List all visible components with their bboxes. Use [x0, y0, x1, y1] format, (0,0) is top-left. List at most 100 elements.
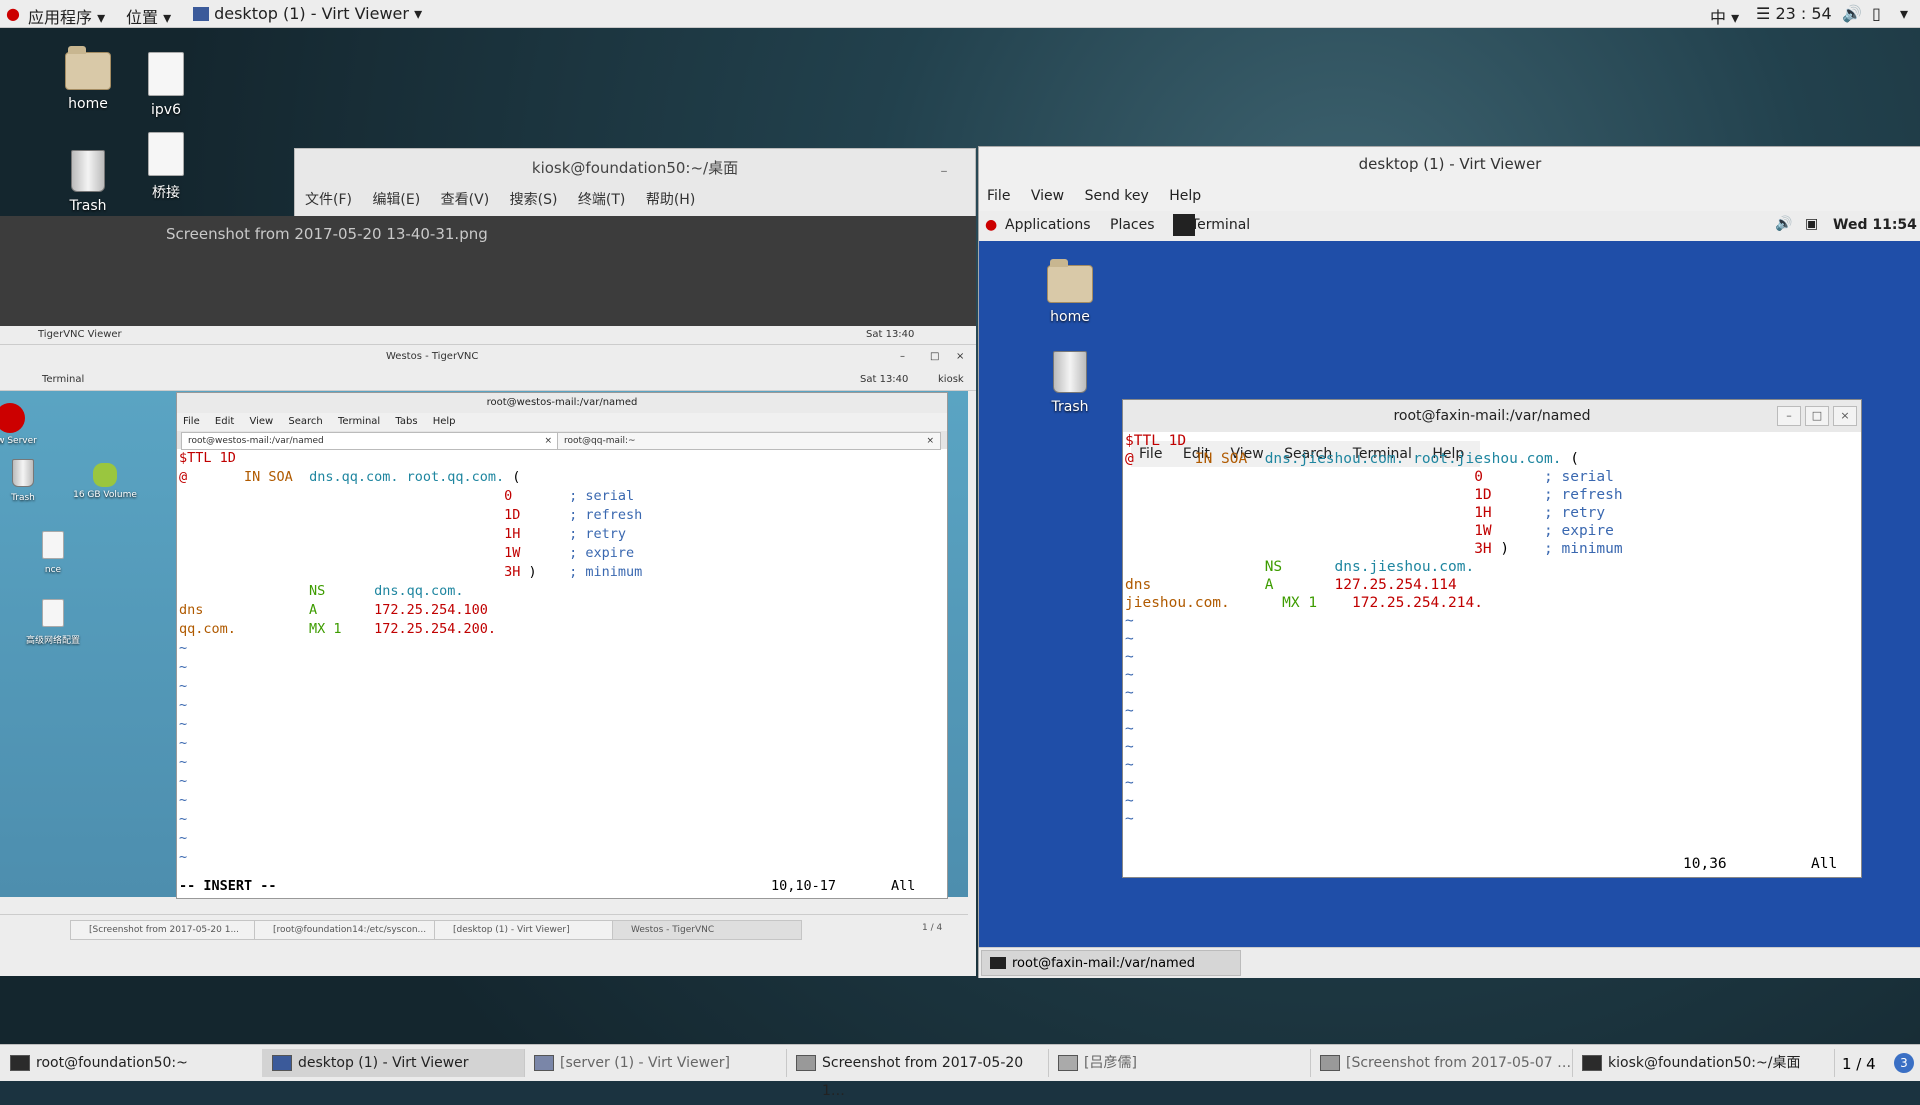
tab-qq-mail[interactable]: root@qq-mail:~ × [557, 432, 941, 450]
vim-line: 1H ; retry [179, 525, 947, 544]
menu-terminal[interactable]: Terminal [338, 416, 380, 427]
vnc-icon-trash[interactable]: Trash [0, 459, 46, 503]
taskbar-label: [server (1) - Virt Viewer] [560, 1055, 730, 1071]
vnc-icon-nce[interactable]: nce [20, 531, 86, 575]
close-button[interactable]: × [956, 346, 964, 368]
desktop-icon-trash[interactable]: Trash [43, 150, 133, 214]
applications-menu[interactable]: 应用程序 ▾ [28, 4, 105, 28]
minimize-button[interactable]: – [1777, 406, 1801, 426]
guest-terminal-menu[interactable]: Terminal [1191, 217, 1250, 233]
tigervnc-viewer-label[interactable]: TigerVNC Viewer [38, 326, 122, 344]
maximize-button[interactable]: □ [1805, 406, 1829, 426]
menu-send-key[interactable]: Send key [1085, 188, 1149, 204]
vim-empty-line: ~ [179, 773, 188, 789]
desktop-icon-bridge[interactable]: 桥接 [121, 132, 211, 202]
guest-applications-menu[interactable]: Applications [1005, 217, 1091, 233]
vnc-taskbar-button[interactable]: [root@foundation14:/etc/syscon... [254, 920, 440, 940]
inner-user[interactable]: kiosk [938, 370, 964, 390]
close-icon[interactable]: × [544, 433, 552, 449]
menu-view[interactable]: View [249, 416, 273, 427]
screenshot-icon [796, 1055, 816, 1071]
workspace-pager[interactable]: 1 / 4 [1842, 1055, 1876, 1073]
volume-icon[interactable]: 🔊 [1842, 4, 1862, 23]
desktop-icon-home[interactable]: home [43, 46, 133, 112]
vim-token: jieshou.com. [1125, 595, 1283, 611]
cursor-position: 10,10-17 [771, 878, 837, 894]
places-menu[interactable]: 位置 ▾ [126, 4, 171, 28]
vnc-taskbar-button-active[interactable]: Westos - TigerVNC [612, 920, 802, 940]
taskbar-button[interactable]: Screenshot from 2017-05-20 1… [786, 1049, 1049, 1099]
vim-token: MX 1 [1282, 595, 1352, 611]
vim-token: $TTL 1D [179, 450, 236, 466]
menu-edit[interactable]: Edit [215, 416, 234, 427]
minimize-button[interactable]: _ [933, 157, 955, 175]
menu-search[interactable]: 搜索(S) [510, 192, 558, 208]
vim-token: 1D [179, 507, 570, 523]
notification-badge[interactable]: 3 [1894, 1053, 1914, 1073]
window-title: kiosk@foundation50:~/桌面 [531, 159, 739, 177]
battery-icon[interactable]: ▯ [1872, 4, 1881, 23]
taskbar-label: kiosk@foundation50:~/桌面 [1608, 1055, 1801, 1071]
close-icon[interactable]: × [926, 433, 934, 449]
menu-edit[interactable]: 编辑(E) [372, 192, 420, 208]
vim-empty-line: ~ [179, 830, 188, 846]
vnc-icon-volume[interactable]: 16 GB Volume [70, 463, 140, 500]
menu-view[interactable]: View [1031, 188, 1064, 204]
vim-token: IN SOA [244, 469, 310, 485]
workspace-pager[interactable]: 1 / 4 [922, 923, 942, 933]
vnc-terminal-window[interactable]: root@westos-mail:/var/named File Edit Vi… [176, 392, 948, 899]
vim-token: 127.25.254.114 [1334, 577, 1457, 593]
host-taskbar: root@foundation50:~ desktop (1) - Virt V… [0, 1044, 1920, 1099]
vim-empty-line: ~ [1125, 739, 1134, 755]
vim-token: 172.25.254.200. [374, 621, 496, 637]
host-terminal-window[interactable]: kiosk@foundation50:~/桌面 _ 文件(F) 编辑(E) 查看… [294, 148, 976, 220]
guest-clock[interactable]: Wed 11:54 [1833, 217, 1917, 233]
clock[interactable]: ☰ 23 : 54 [1756, 4, 1832, 23]
active-window-menu[interactable]: desktop (1) - Virt Viewer ▾ [193, 4, 422, 23]
guest-places-menu[interactable]: Places [1110, 217, 1155, 233]
close-button[interactable]: × [1833, 406, 1857, 426]
taskbar-button[interactable]: kiosk@foundation50:~/桌面 [1572, 1049, 1835, 1077]
guest-icon-trash[interactable]: Trash [1025, 351, 1115, 415]
taskbar-label: Screenshot from 2017-05-20 1… [822, 1055, 1024, 1099]
menu-help[interactable]: Help [433, 416, 456, 427]
taskbar-button[interactable]: [吕彦儒] [1048, 1049, 1311, 1077]
vim-buffer[interactable]: $TTL 1D @ IN SOA dns.qq.com. root.qq.com.… [177, 449, 947, 867]
guest-terminal-window[interactable]: root@faxin-mail:/var/named – □ × File Ed… [1122, 399, 1862, 878]
network-icon[interactable]: ▣ [1805, 216, 1818, 232]
vim-token: @ [1125, 451, 1195, 467]
screenshot-viewer: Screenshot from 2017-05-20 13-40-31.png [0, 216, 976, 326]
tab-westos-mail[interactable]: root@westos-mail:/var/named × [181, 432, 559, 450]
guest-icon-home[interactable]: home [1025, 259, 1115, 325]
menu-file[interactable]: File [183, 416, 200, 427]
taskbar-button[interactable]: [server (1) - Virt Viewer] [524, 1049, 787, 1077]
minimize-button[interactable]: – [900, 346, 905, 368]
vnc-taskbar-button[interactable]: [Screenshot from 2017-05-20 1... [70, 920, 268, 940]
menu-file[interactable]: File [987, 188, 1010, 204]
guest-taskbar-button[interactable]: root@faxin-mail:/var/named [981, 950, 1241, 976]
vnc-icon-view-server[interactable]: View Server [0, 403, 40, 446]
taskbar-button[interactable]: root@foundation50:~ [0, 1049, 263, 1077]
menu-terminal[interactable]: 终端(T) [578, 192, 625, 208]
vim-token: 3H [179, 564, 529, 580]
taskbar-button-active[interactable]: desktop (1) - Virt Viewer [262, 1049, 525, 1077]
menu-search[interactable]: Search [288, 416, 322, 427]
desktop-icon-ipv6[interactable]: ipv6 [121, 52, 211, 118]
maximize-button[interactable]: □ [930, 346, 939, 368]
menu-file[interactable]: 文件(F) [305, 192, 352, 208]
menu-help[interactable]: Help [1169, 188, 1201, 204]
vim-token: qq.com. [179, 621, 310, 637]
virt-viewer-window[interactable]: desktop (1) - Virt Viewer File View Send… [978, 146, 1920, 978]
vnc-icon-network-config[interactable]: 高级网络配置 [20, 599, 86, 646]
input-method-indicator[interactable]: 中 ▾ [1710, 4, 1739, 28]
menu-view[interactable]: 查看(V) [441, 192, 490, 208]
vim-buffer[interactable]: $TTL 1D @ IN SOA dns.jieshou.com. root.ji… [1123, 432, 1861, 828]
volume-icon[interactable]: 🔊 [1775, 216, 1792, 232]
inner-terminal-label[interactable]: Terminal [42, 370, 84, 390]
power-menu-icon[interactable]: ▾ [1900, 4, 1908, 23]
taskbar-button[interactable]: [Screenshot from 2017-05-07 … [1310, 1049, 1573, 1077]
vnc-taskbar-button[interactable]: [desktop (1) - Virt Viewer] [434, 920, 624, 940]
menu-help[interactable]: 帮助(H) [646, 192, 695, 208]
vim-token: 0 [179, 488, 570, 504]
menu-tabs[interactable]: Tabs [395, 416, 417, 427]
